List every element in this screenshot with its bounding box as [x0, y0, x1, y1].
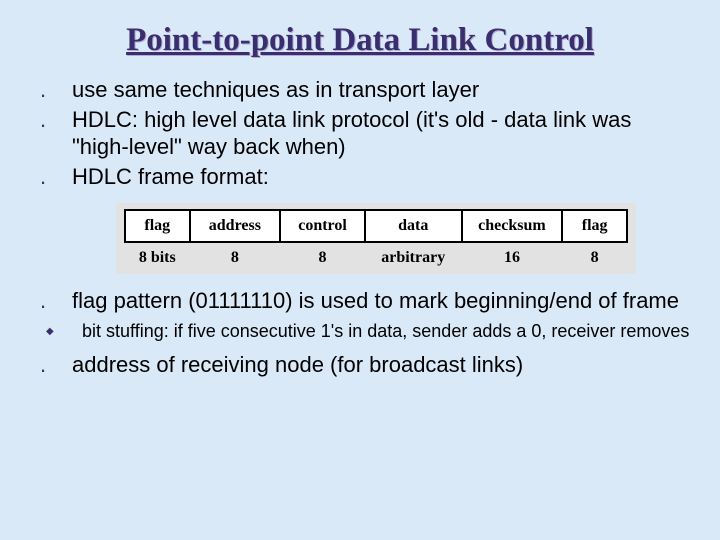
frame-size: 8 [280, 242, 365, 268]
bullet-list-mid: flag pattern (01111110) is used to mark … [30, 288, 690, 314]
bullet-list-top: use same techniques as in transport laye… [30, 77, 690, 191]
bullet-item: use same techniques as in transport laye… [56, 77, 690, 103]
hdlc-frame-table: flag address control data checksum flag … [124, 209, 628, 268]
frame-size: 8 bits [125, 242, 190, 268]
frame-size: 16 [462, 242, 563, 268]
frame-field-data: data [365, 210, 462, 242]
sub-bullet-item: bit stuffing: if five consecutive 1's in… [64, 320, 690, 343]
frame-size: 8 [190, 242, 281, 268]
frame-field-checksum: checksum [462, 210, 563, 242]
bullet-list-bottom: address of receiving node (for broadcast… [30, 352, 690, 378]
bullet-item: HDLC: high level data link protocol (it'… [56, 107, 690, 160]
frame-field-flag-start: flag [125, 210, 190, 242]
bullet-item: address of receiving node (for broadcast… [56, 352, 690, 378]
frame-size: arbitrary [365, 242, 462, 268]
page-title: Point-to-point Data Link Control [30, 22, 690, 59]
slide: Point-to-point Data Link Control use sam… [0, 0, 720, 401]
frame-size: 8 [562, 242, 627, 268]
hdlc-frame-diagram: flag address control data checksum flag … [116, 203, 636, 274]
sub-bullet-list: bit stuffing: if five consecutive 1's in… [30, 320, 690, 343]
frame-field-flag-end: flag [562, 210, 627, 242]
table-row-sizes: 8 bits 8 8 arbitrary 16 8 [125, 242, 627, 268]
bullet-item: HDLC frame format: [56, 164, 690, 190]
bullet-item: flag pattern (01111110) is used to mark … [56, 288, 690, 314]
frame-field-control: control [280, 210, 365, 242]
frame-field-address: address [190, 210, 281, 242]
table-row-fields: flag address control data checksum flag [125, 210, 627, 242]
